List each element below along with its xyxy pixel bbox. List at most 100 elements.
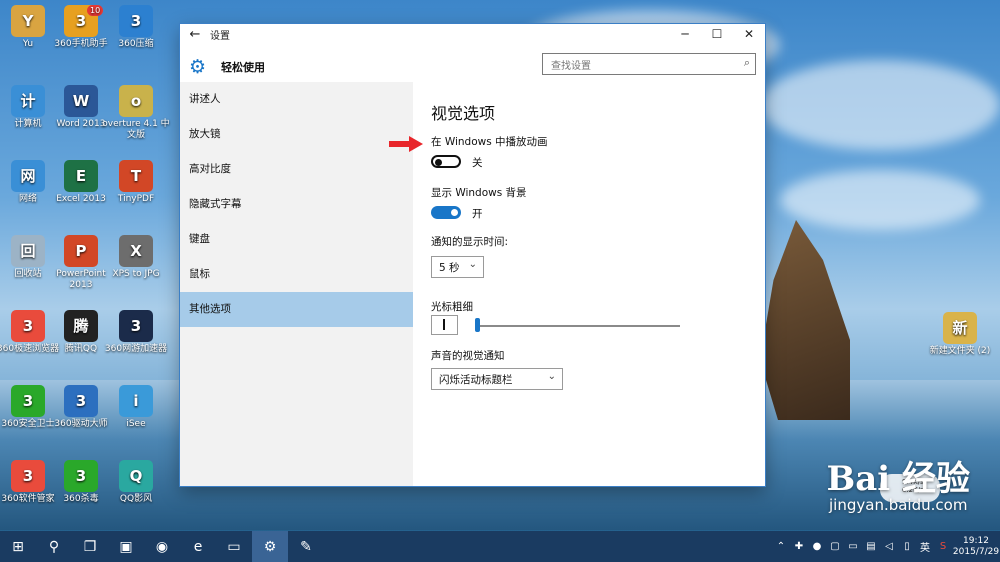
desktop-icon[interactable]: 3 360压缩 [100,5,172,50]
sidebar-item-other-options[interactable]: 其他选项 [180,292,413,327]
desktop-icon-label: 360网游加速器 [104,344,168,354]
accelerator-icon: 3 [119,310,153,342]
overture-icon: o [119,85,153,117]
animations-label: 在 Windows 中播放动画 [431,136,548,148]
search-icon[interactable]: ⚲ [36,531,72,562]
notification-icon[interactable]: ▯ [898,541,916,552]
task-view-icon[interactable]: ❐ [72,531,108,562]
baidu-watermark: Bai 经验 jingyan.baidu.com [826,451,970,514]
ime-indicator[interactable]: 英 [916,539,934,554]
cursor-preview [431,315,458,335]
software-manager-icon: 3 [11,460,45,492]
search-placeholder: 查找设置 [551,61,591,72]
desktop-icon[interactable]: 3 360网游加速器 [100,310,172,355]
notify-duration-value: 5 秒 [439,262,460,274]
toggle-knob [435,158,442,166]
desktop-icon-label: QQ影风 [119,494,153,504]
cursor-thickness-label: 光标粗细 [431,301,473,313]
network-icon[interactable]: ▤ [862,541,880,552]
watermark-site: jingyan.baidu.com [829,496,968,514]
search-input[interactable]: 查找设置 ⌕ [542,53,756,75]
recycle-bin-icon: 回 [11,235,45,267]
sidebar-item-keyboard[interactable]: 键盘 [180,222,413,257]
taskbar: ⊞ ⚲ ❐ ▣ ◉ e ▭ ⚙ ✎ ⌃ ✚ ● ▢ ▭ ▤ ◁ ▯ 英 S 19… [0,531,1000,562]
maximize-button[interactable]: ☐ [701,27,733,41]
desktop-icon[interactable]: o overture 4.1 中文版 [100,85,172,141]
desktop-icon-label: TinyPDF [117,194,155,204]
desktop-icon-label: 新建文件夹 (2) [929,346,991,356]
notify-duration-select[interactable]: 5 秒 ⌄ [431,256,484,278]
isee-icon: i [119,385,153,417]
qq-tray-icon[interactable]: ● [808,541,826,552]
edge-icon[interactable]: e [180,531,216,562]
background-toggle[interactable] [431,206,461,219]
back-arrow-icon[interactable]: ← [180,27,210,42]
desktop-icon-label: 360压缩 [118,39,154,49]
desktop-icon-label: iSee [126,419,146,429]
red-arrow-icon [389,136,423,152]
sidebar-item-high-contrast[interactable]: 高对比度 [180,152,413,187]
sound-notification-select[interactable]: 闪烁活动标题栏 ⌄ [431,368,563,390]
minimize-button[interactable]: ─ [669,27,701,41]
desktop-icon-label: overture 4.1 中文版 [102,119,170,140]
sound-notification-label: 声音的视觉通知 [431,350,505,362]
cursor-thickness-slider[interactable] [475,325,680,327]
gear-icon: ⚙ [189,56,207,78]
section-heading: 视觉选项 [431,104,496,123]
volume-icon[interactable]: ◁ [880,541,898,552]
start-button[interactable]: ⊞ [0,531,36,562]
pdf-icon: T [119,160,153,192]
xps-icon: X [119,235,153,267]
background-label: 显示 Windows 背景 [431,187,527,199]
clock[interactable]: 19:12 2015/7/29 [952,536,1000,558]
chevron-down-icon: ⌄ [468,259,477,270]
watermark-brand: Bai 经验 [826,459,970,499]
desktop-icon[interactable]: 新新建文件夹 (2) [924,312,996,357]
desktop-icon[interactable]: X XPS to JPG [100,235,172,280]
battery-icon[interactable]: ▭ [844,541,862,552]
sidebar: 讲述人 放大镜 高对比度 隐藏式字幕 键盘 鼠标 其他选项 [180,82,413,486]
window-title: 设置 [210,30,230,42]
sogou-icon[interactable]: S [934,541,952,552]
browser-icon[interactable]: ◉ [144,531,180,562]
desktop-icon[interactable]: Q QQ影风 [100,460,172,505]
browser-icon: 3 [11,310,45,342]
security-tray-icon[interactable]: ✚ [790,541,808,552]
sidebar-item-magnifier[interactable]: 放大镜 [180,117,413,152]
file-explorer-icon[interactable]: ▭ [216,531,252,562]
antivirus-icon: 3 [64,460,98,492]
driver-icon: 3 [64,385,98,417]
sidebar-item-mouse[interactable]: 鼠标 [180,257,413,292]
shield-plus-icon: 3 [11,385,45,417]
settings-taskbar-icon[interactable]: ⚙ [252,531,288,562]
display-tray-icon[interactable]: ▢ [826,541,844,552]
settings-window: ← 设置 ─ ☐ ✕ ⚙ 轻松使用 查找设置 ⌕ 讲述人 放大镜 高对比度 隐藏… [180,24,765,486]
desktop-icon[interactable]: i iSee [100,385,172,430]
close-button[interactable]: ✕ [733,27,765,41]
word-icon: W [64,85,98,117]
network-icon: 网 [11,160,45,192]
background-toggle-state: 开 [472,208,483,220]
paint-icon[interactable]: ✎ [288,531,324,562]
sidebar-item-closed-captions[interactable]: 隐藏式字幕 [180,187,413,222]
powerpoint-icon: P [64,235,98,267]
title-bar: ← 设置 ─ ☐ ✕ [180,24,765,44]
excel-icon: E [64,160,98,192]
animations-toggle[interactable] [431,155,461,168]
clock-date: 2015/7/29 [952,546,1000,557]
desktop-icon[interactable]: T TinyPDF [100,160,172,205]
desktop-icon-label: XPS to JPG [112,269,160,279]
system-tray: ⌃ ✚ ● ▢ ▭ ▤ ◁ ▯ 英 S 19:12 2015/7/29 [772,531,1000,562]
chevron-up-icon[interactable]: ⌃ [772,541,790,552]
sidebar-item-narrator[interactable]: 讲述人 [180,82,413,117]
toggle-knob [451,209,458,216]
search-icon[interactable]: ⌕ [744,56,750,70]
slider-thumb[interactable] [475,318,480,332]
video-player-icon: Q [119,460,153,492]
folder-icon: 新 [943,312,977,344]
computer-icon: 计 [11,85,45,117]
qq-icon: 腾 [64,310,98,342]
user-folder-icon: Y [11,5,45,37]
archive-icon: 3 [119,5,153,37]
store-icon[interactable]: ▣ [108,531,144,562]
